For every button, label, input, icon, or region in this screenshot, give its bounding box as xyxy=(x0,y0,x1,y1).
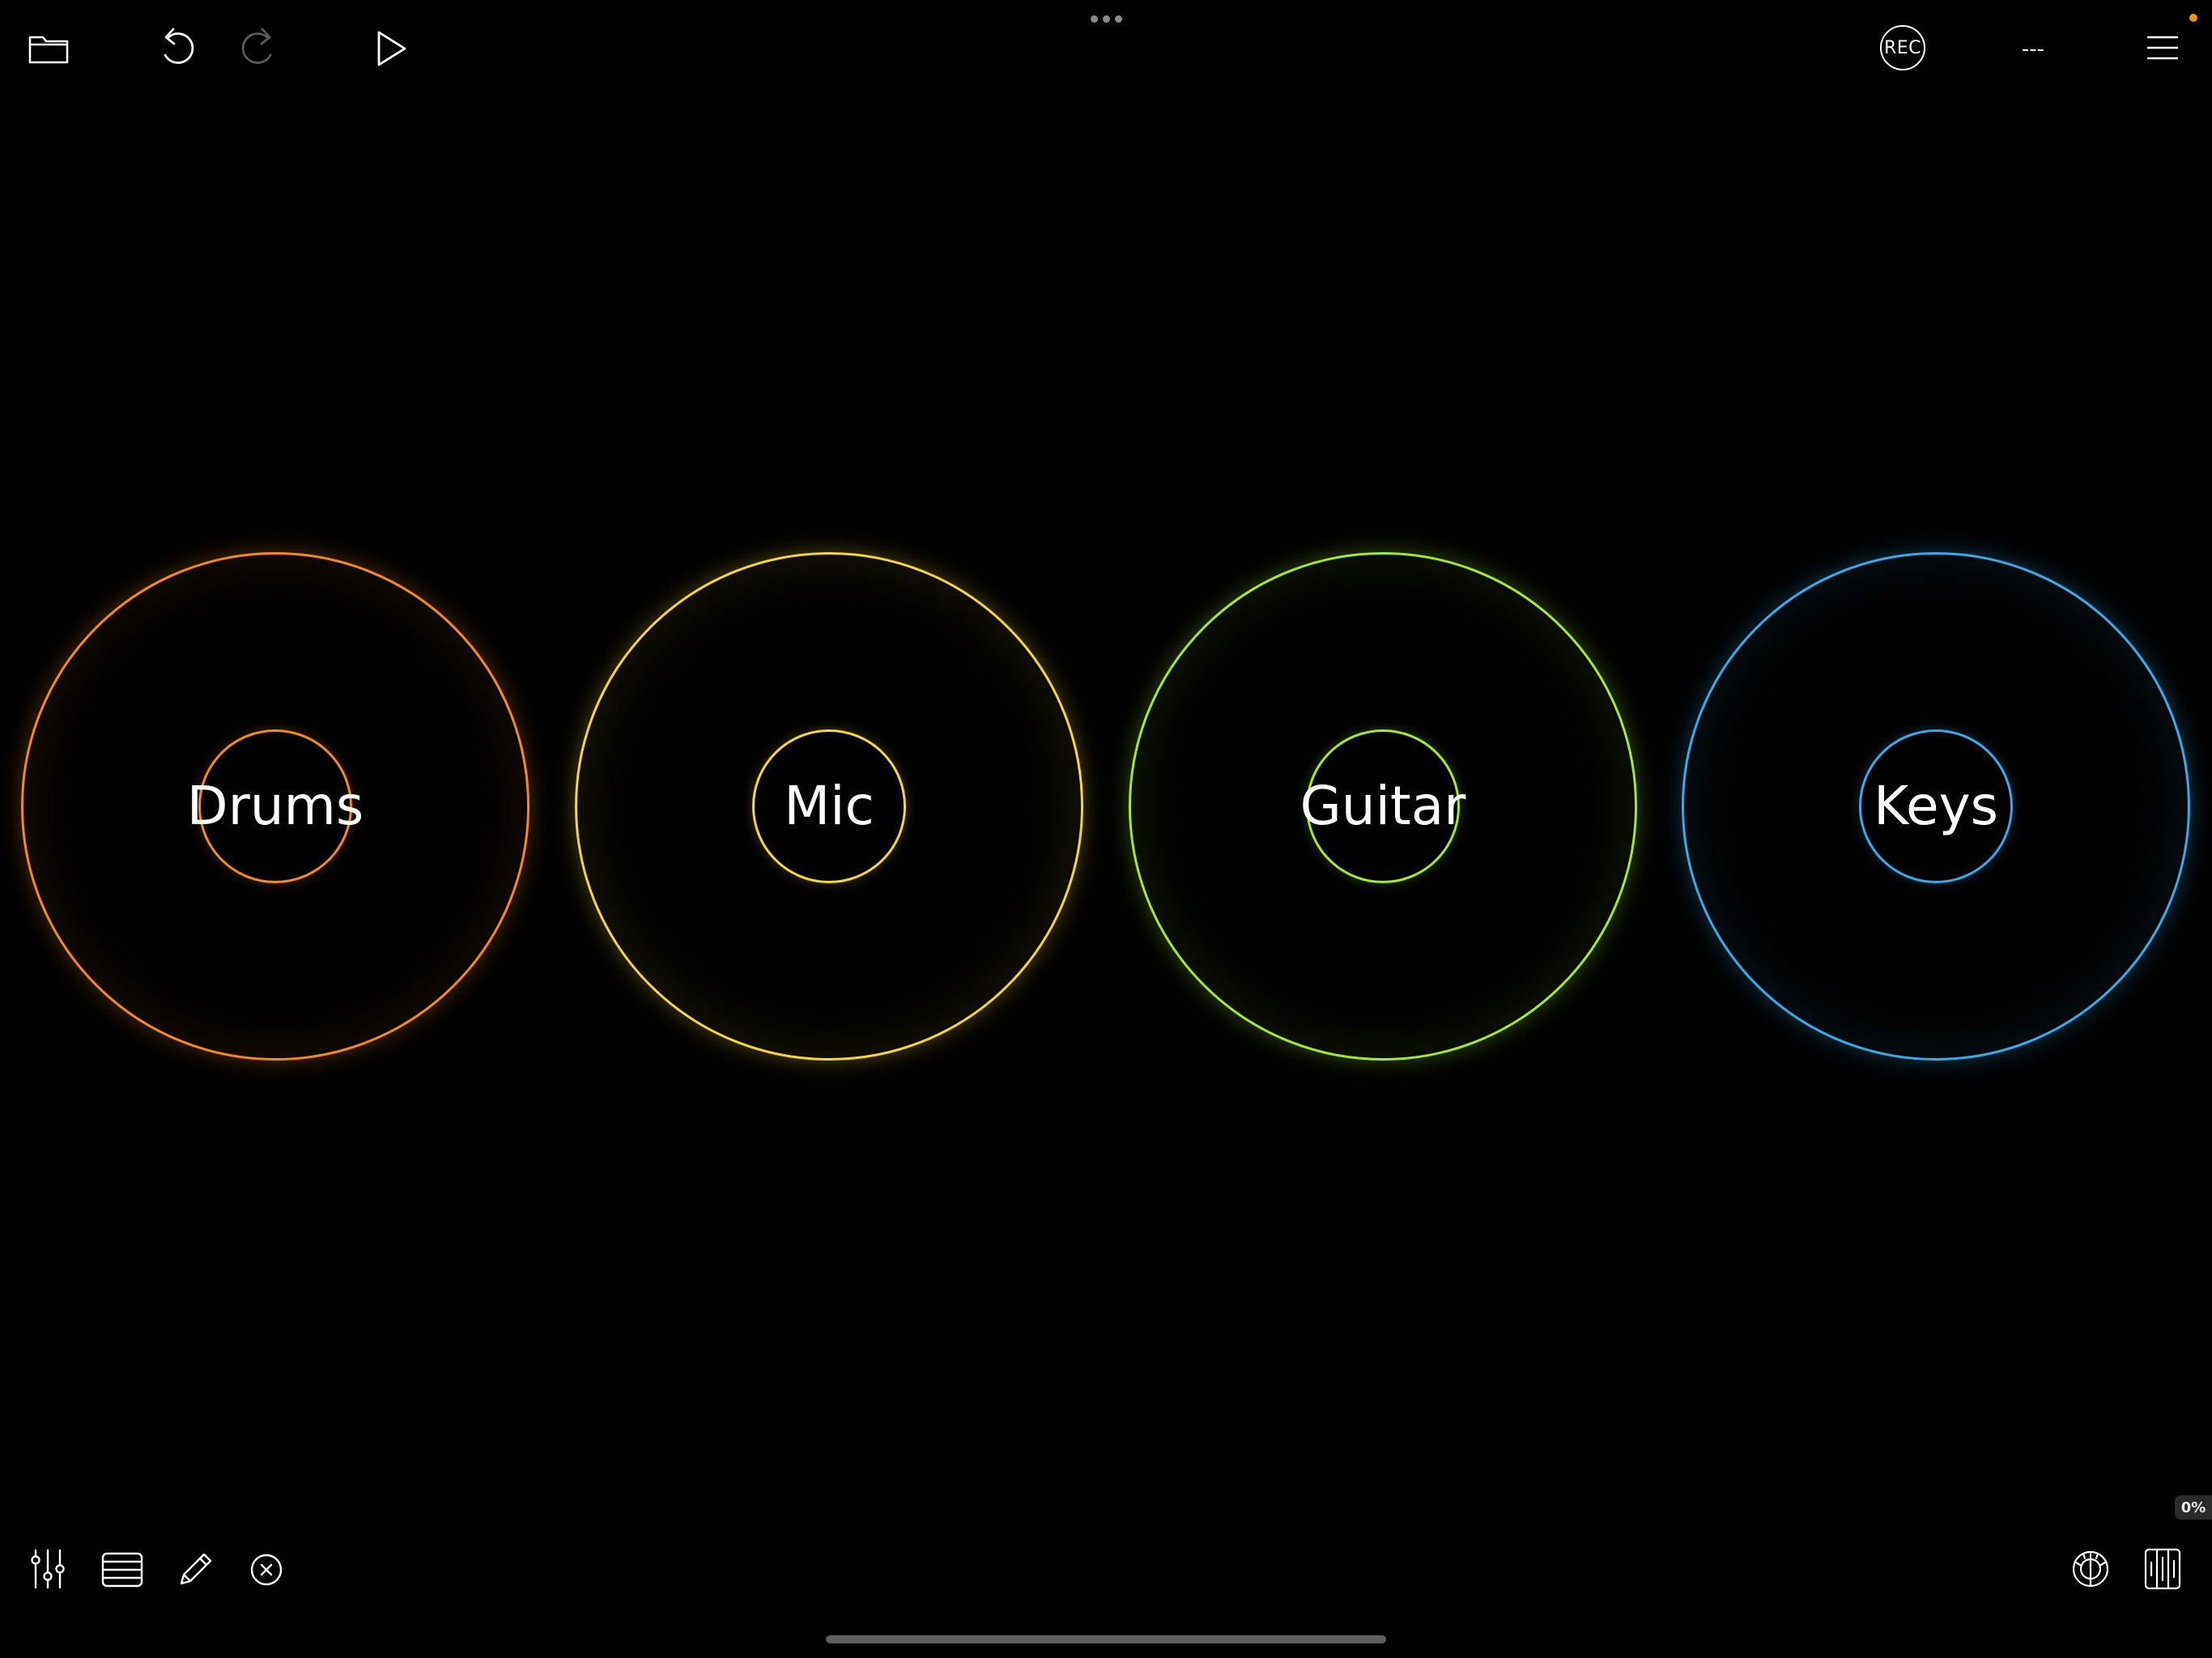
multitasking-dots[interactable] xyxy=(1088,13,1124,24)
track-label: Drums xyxy=(186,775,364,837)
close-circle-icon xyxy=(250,1554,283,1586)
split-view-button[interactable] xyxy=(2142,1546,2183,1592)
play-button[interactable] xyxy=(369,26,413,71)
track-list-icon xyxy=(101,1552,143,1588)
split-view-icon xyxy=(2144,1548,2181,1590)
track-label: Guitar xyxy=(1300,775,1466,837)
redo-icon xyxy=(241,28,272,64)
folder-icon xyxy=(28,36,69,64)
cpu-load-value: 0% xyxy=(2180,1499,2206,1516)
folder-button[interactable] xyxy=(26,29,71,68)
undo-button[interactable] xyxy=(154,24,201,71)
tuner-button[interactable] xyxy=(2069,1548,2112,1590)
edit-button[interactable] xyxy=(175,1548,215,1590)
app-stage: REC --- Drums Mic Guitar Keys 0% xyxy=(0,0,2212,1658)
rec-button[interactable]: REC xyxy=(1880,25,1925,70)
dot xyxy=(1090,15,1098,23)
menu-icon xyxy=(2147,36,2178,60)
track-pad-keys[interactable]: Keys xyxy=(1682,552,2190,1061)
tuner-icon xyxy=(2072,1550,2109,1588)
tempo-display[interactable]: --- xyxy=(2006,29,2060,70)
notification-dot xyxy=(2189,14,2197,22)
home-indicator[interactable] xyxy=(826,1635,1386,1643)
track-pad-guitar[interactable]: Guitar xyxy=(1129,552,1637,1061)
clear-button[interactable] xyxy=(248,1551,285,1588)
track-label: Keys xyxy=(1873,775,1999,837)
undo-icon xyxy=(164,28,194,64)
edit-pencil-icon xyxy=(180,1553,212,1585)
track-pad-mic[interactable]: Mic xyxy=(575,552,1083,1061)
track-label: Mic xyxy=(784,775,874,837)
play-icon xyxy=(377,31,406,66)
dot xyxy=(1102,15,1110,23)
mixer-button[interactable] xyxy=(28,1546,68,1592)
cpu-load-badge: 0% xyxy=(2175,1495,2212,1520)
rec-label: REC xyxy=(1883,37,1922,58)
menu-button[interactable] xyxy=(2144,31,2181,65)
redo-button[interactable] xyxy=(235,24,282,71)
track-list-button[interactable] xyxy=(100,1550,144,1590)
track-pad-drums[interactable]: Drums xyxy=(21,552,530,1061)
dot xyxy=(1114,15,1122,23)
mixer-icon xyxy=(31,1549,65,1589)
tempo-value: --- xyxy=(2021,37,2045,62)
